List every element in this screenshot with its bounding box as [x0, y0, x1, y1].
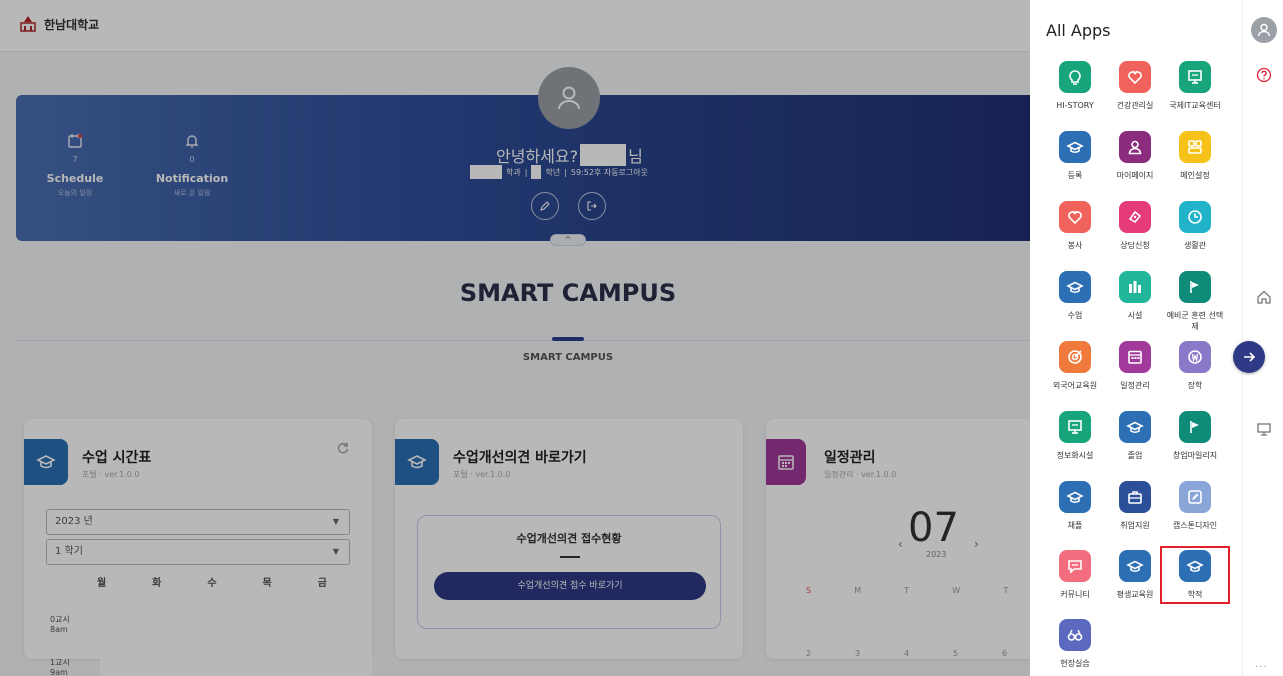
flag-icon: [1179, 411, 1211, 443]
home-icon: [1257, 290, 1271, 304]
app-label: 외국어교육원: [1052, 381, 1098, 390]
app-label: 수업: [1067, 311, 1083, 320]
app-tile[interactable]: 외국어교육원: [1044, 341, 1106, 391]
app-tile[interactable]: 정보화시설: [1044, 411, 1106, 461]
bulb-icon: [1059, 61, 1091, 93]
app-label: 예비군 훈련 선택제: [1166, 311, 1224, 331]
background-page: 한남대학교 7 Schedule 오늘의 일정 0 Notification 새…: [0, 0, 1030, 676]
app-label: 국제IT교육센터: [1169, 101, 1221, 110]
graduation-cap-icon: [1059, 131, 1091, 163]
app-label: 현장실습: [1060, 659, 1090, 668]
app-label: 마이페이지: [1116, 171, 1154, 180]
app-label: 상담신청: [1120, 241, 1150, 250]
app-label: 장학: [1187, 381, 1203, 390]
app-tile[interactable]: 현장실습: [1044, 619, 1106, 669]
home-button[interactable]: [1251, 284, 1277, 310]
briefcase-icon: [1119, 481, 1151, 513]
app-tile[interactable]: 캡스톤디자인: [1164, 481, 1226, 531]
app-label: 커뮤니티: [1060, 590, 1090, 599]
more-icon[interactable]: ···: [1255, 662, 1268, 673]
app-tile[interactable]: 학적: [1160, 546, 1230, 604]
app-tile[interactable]: HI-STORY: [1044, 61, 1106, 111]
graduation-cap-icon: [1059, 271, 1091, 303]
app-tile[interactable]: 창업마일리지: [1164, 411, 1226, 461]
graduation-cap-icon: [1179, 550, 1211, 582]
monitor-icon: [1059, 411, 1091, 443]
app-tile[interactable]: 봉사: [1044, 201, 1106, 251]
target-icon: [1059, 341, 1091, 373]
app-label: 일정관리: [1120, 381, 1150, 390]
arrow-right-icon: [1244, 352, 1256, 362]
app-tile[interactable]: 채플: [1044, 481, 1106, 531]
app-tile[interactable]: 국제IT교육센터: [1164, 61, 1226, 111]
desktop-button[interactable]: [1251, 416, 1277, 442]
help-button[interactable]: [1251, 62, 1277, 88]
app-label: 등록: [1067, 171, 1083, 180]
flag-icon: [1179, 271, 1211, 303]
app-tile[interactable]: 시설: [1104, 271, 1166, 321]
close-panel-button[interactable]: [1233, 341, 1265, 373]
chat-icon: [1119, 201, 1151, 233]
message-icon: [1059, 550, 1091, 582]
graduation-cap-icon: [1119, 411, 1151, 443]
overlay-backdrop[interactable]: [0, 0, 1030, 676]
app-tile[interactable]: 건강관리실: [1104, 61, 1166, 111]
calendar-icon: [1119, 341, 1151, 373]
app-tile[interactable]: 일정관리: [1104, 341, 1166, 391]
app-label: HI-STORY: [1056, 101, 1094, 110]
heart-icon: [1059, 201, 1091, 233]
app-label: 채플: [1067, 521, 1083, 530]
right-rail: ···: [1242, 0, 1283, 676]
app-tile[interactable]: 메인설정: [1164, 131, 1226, 181]
all-apps-panel: All Apps HI-STORY 건강관리실 국제IT교육센터등록 마이페이지 메인설…: [1030, 0, 1242, 676]
app-tile[interactable]: 취업지원: [1104, 481, 1166, 531]
app-label: 시설: [1127, 311, 1143, 320]
all-apps-title: All Apps: [1046, 21, 1111, 40]
user-avatar-button[interactable]: [1251, 17, 1277, 43]
help-icon: [1256, 67, 1272, 83]
app-tile[interactable]: 예비군 훈련 선택제: [1164, 271, 1226, 332]
building-icon: [1119, 271, 1151, 303]
edit-icon: [1179, 481, 1211, 513]
monitor-icon: [1257, 423, 1271, 436]
app-label: 졸업: [1127, 451, 1143, 460]
clock-icon: [1179, 201, 1211, 233]
app-tile[interactable]: 졸업: [1104, 411, 1166, 461]
graduation-cap-icon: [1059, 481, 1091, 513]
app-label: 생활관: [1183, 241, 1207, 250]
app-label: 평생교육원: [1116, 590, 1154, 599]
app-label: 취업지원: [1120, 521, 1150, 530]
person-icon: [1119, 131, 1151, 163]
app-label: 봉사: [1067, 241, 1083, 250]
user-icon: [1257, 23, 1271, 37]
monitor-icon: [1179, 61, 1211, 93]
app-label: 정보화시설: [1056, 451, 1094, 460]
app-label: 건강관리실: [1116, 101, 1154, 110]
dashboard-icon: [1179, 131, 1211, 163]
app-label: 창업마일리지: [1172, 451, 1218, 460]
app-label: 메인설정: [1180, 171, 1210, 180]
app-tile[interactable]: 생활관: [1164, 201, 1226, 251]
app-tile[interactable]: 평생교육원: [1104, 550, 1166, 600]
glasses-icon: [1059, 619, 1091, 651]
app-tile[interactable]: 커뮤니티: [1044, 550, 1106, 600]
app-tile[interactable]: 수업: [1044, 271, 1106, 321]
app-tile[interactable]: 장학: [1164, 341, 1226, 391]
app-tile[interactable]: 상담신청: [1104, 201, 1166, 251]
coin-icon: [1179, 341, 1211, 373]
app-label: 캡스톤디자인: [1172, 521, 1218, 530]
app-label: 학적: [1187, 590, 1203, 599]
app-tile[interactable]: 마이페이지: [1104, 131, 1166, 181]
app-tile[interactable]: 등록: [1044, 131, 1106, 181]
graduation-cap-icon: [1119, 550, 1151, 582]
heart-icon: [1119, 61, 1151, 93]
